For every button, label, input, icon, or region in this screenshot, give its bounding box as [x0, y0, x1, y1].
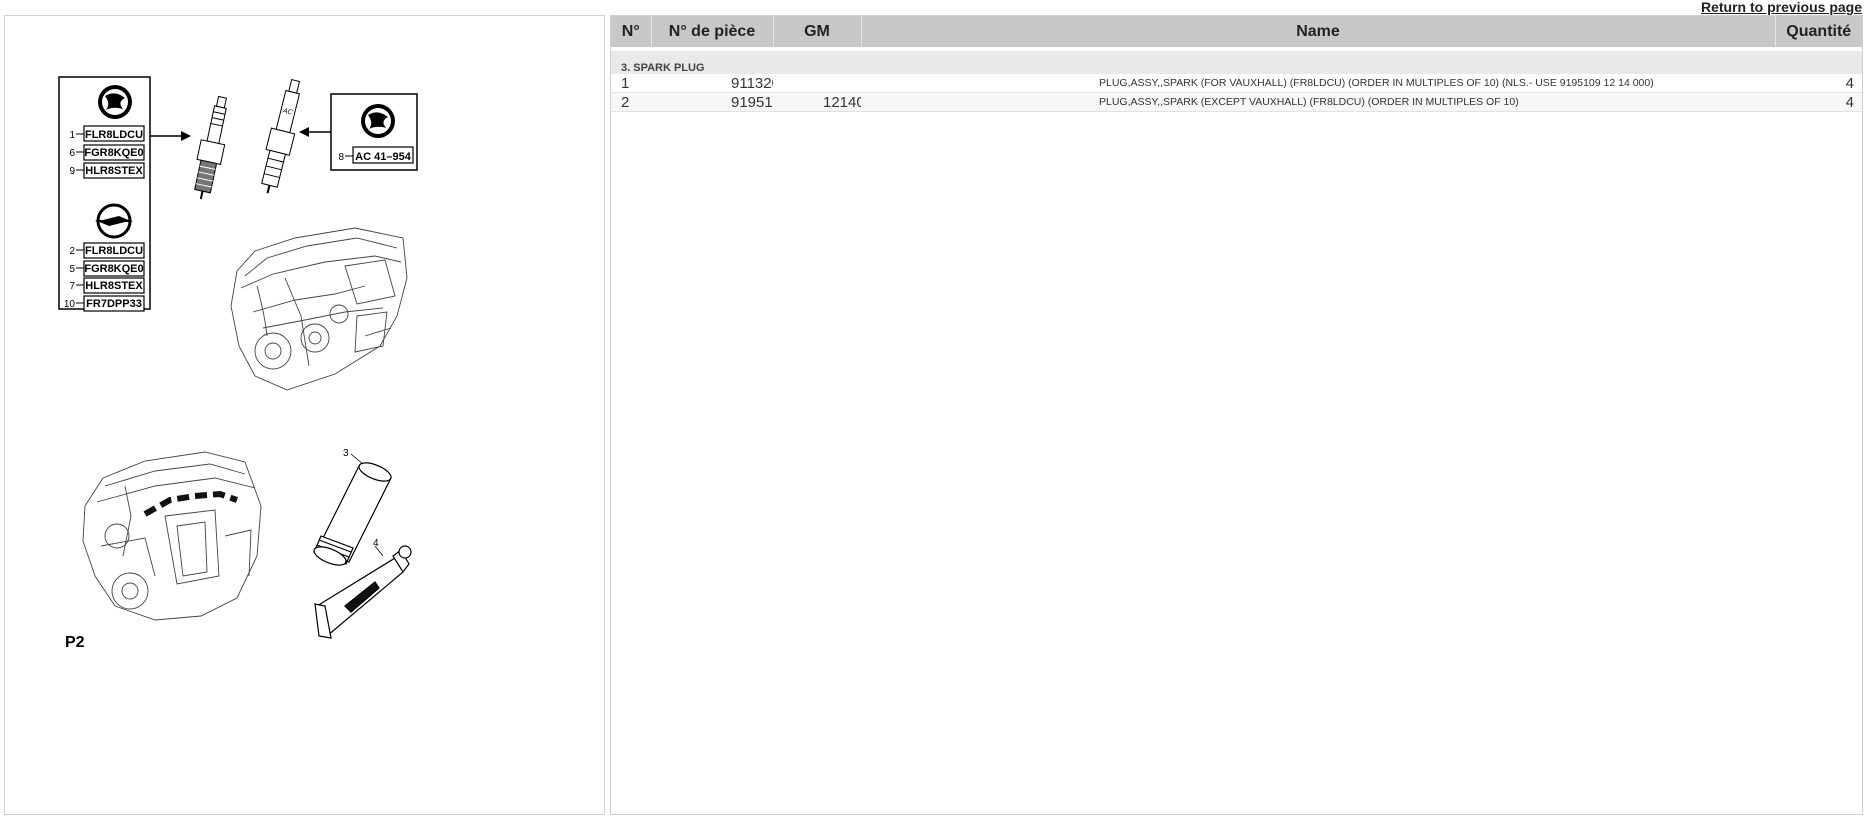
row-gm: [773, 74, 861, 93]
row-gm: 1214000: [773, 92, 861, 112]
vauxhall-logo-icon: [361, 104, 395, 138]
row-number: 1: [611, 74, 651, 93]
row-part-number: 9195109: [651, 92, 773, 112]
opel-code-4: FR7DPP33: [86, 298, 142, 310]
row-name: PLUG,ASSY,,SPARK (EXCEPT VAUXHALL) (FR8L…: [861, 92, 1775, 112]
opel-num-2: 5: [69, 264, 75, 275]
row-quantity: 4: [1775, 74, 1862, 93]
spark-plug-illustration-1: [194, 95, 227, 200]
section-title: 3. SPARK PLUG: [611, 51, 1862, 74]
spark-plug-illustration-2: AC: [261, 78, 301, 194]
vauxhall-num-1: 1: [69, 130, 75, 141]
row-number: 2: [611, 92, 651, 112]
table-row[interactable]: 1 91132006 PLUG,ASSY,,SPARK (FOR VAUXHAL…: [611, 74, 1862, 93]
header-gm[interactable]: GM: [773, 16, 862, 47]
callout-4: 4: [373, 538, 379, 549]
plate-label: P2: [65, 634, 85, 651]
spark-plug-sleeve-illustration: 3: [313, 448, 392, 566]
opel-num-3: 7: [69, 281, 75, 292]
parts-table-panel: N° N° de pièce GM Name Quantité 3. SPARK…: [610, 15, 1863, 815]
vauxhall-num-3: 9: [69, 166, 75, 177]
table-header-row: N° N° de pièce GM Name Quantité: [611, 16, 1862, 47]
engine-illustration-2: [82, 451, 262, 621]
row-name: PLUG,ASSY,,SPARK (FOR VAUXHALL) (FR8LDCU…: [861, 74, 1775, 93]
header-part-number[interactable]: N° de pièce: [651, 16, 774, 47]
return-to-previous-page-link[interactable]: Return to previous page: [1701, 0, 1862, 14]
opel-logo-icon: [95, 203, 133, 239]
vauxhall-logo-icon: [98, 85, 132, 119]
opel-code-2: FGR8KQE0: [84, 263, 143, 275]
section-row: 3. SPARK PLUG: [611, 51, 1862, 74]
arrow-to-plug-1-icon: [150, 131, 191, 141]
opel-code-box: 2 5 7 10 FLR8LDCU FGR8KQE0 HLR8STEX FR7D…: [64, 203, 145, 312]
engine-illustration-1: [230, 227, 408, 391]
header-name[interactable]: Name: [861, 16, 1776, 47]
vauxhall-num-2: 6: [69, 148, 75, 159]
opel-code-1: FLR8LDCU: [85, 245, 143, 257]
callout-3: 3: [343, 448, 349, 459]
parts-diagram-panel: 1 6 9 FLR8LDCU FGR8KQE0 HLR8STEX 2 5 7 1…: [4, 15, 605, 815]
header-number[interactable]: N°: [611, 16, 652, 47]
row-quantity: 4: [1775, 92, 1862, 112]
parts-table: N° N° de pièce GM Name Quantité 3. SPARK…: [611, 16, 1862, 112]
header-quantity[interactable]: Quantité: [1775, 16, 1862, 47]
vauxhall-code-3: HLR8STEX: [85, 165, 143, 177]
opel-num-1: 2: [69, 246, 75, 257]
ac-num: 8: [338, 152, 344, 163]
parts-diagram: 1 6 9 FLR8LDCU FGR8KQE0 HLR8STEX 2 5 7 1…: [58, 76, 418, 651]
opel-code-3: HLR8STEX: [85, 280, 143, 292]
opel-num-4: 10: [64, 299, 76, 310]
vauxhall-code-2: FGR8KQE0: [84, 147, 143, 159]
vauxhall-code-1: FLR8LDCU: [85, 129, 143, 141]
ac-code-box: 8 AC 41–954: [299, 93, 418, 171]
table-row[interactable]: 2 9195109 1214000 PLUG,ASSY,,SPARK (EXCE…: [611, 92, 1862, 112]
ac-code: AC 41–954: [355, 151, 412, 163]
row-part-number: 91132006: [651, 74, 773, 93]
